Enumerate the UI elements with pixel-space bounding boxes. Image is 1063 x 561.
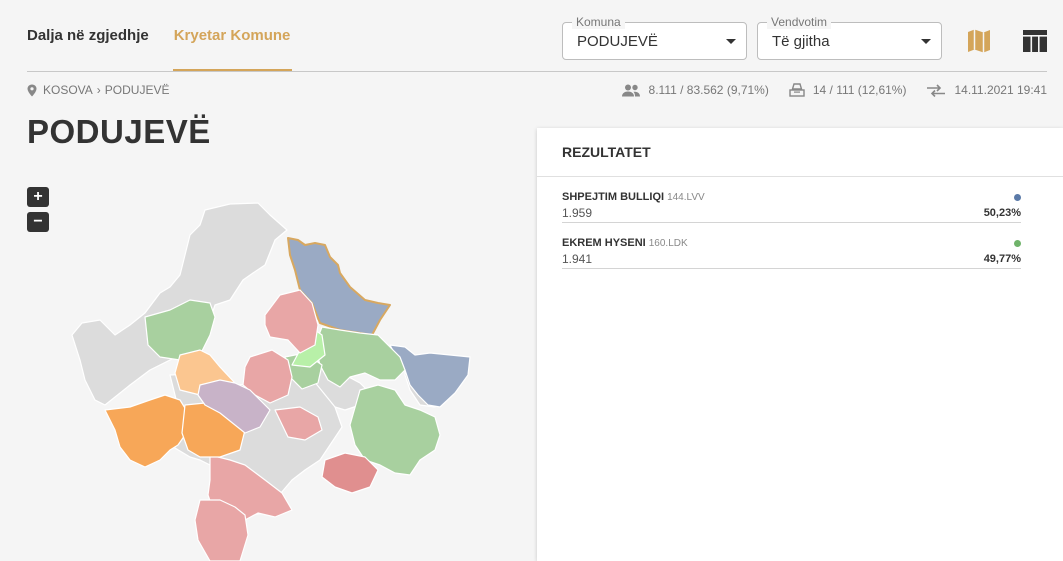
top-tabs: Dalja në zgjedhje Kryetar Komune <box>27 0 315 72</box>
party-color-dot <box>1014 240 1021 247</box>
candidate-name: SHPEJTIM BULLIQI <box>562 191 665 203</box>
updated-value: 14.11.2021 19:41 <box>954 83 1047 97</box>
sync-arrows-icon <box>927 83 946 97</box>
chevron-right-icon: › <box>96 83 101 97</box>
stations-stat: 14 / 111 (12,61%) <box>789 83 907 97</box>
candidate-party: 160.LDK <box>648 238 688 249</box>
tab-kryetar-komune[interactable]: Kryetar Komune <box>172 0 293 72</box>
candidate-percent: 50,23% <box>983 207 1021 219</box>
komuna-select-label: Komuna <box>572 15 625 29</box>
table-view-icon[interactable] <box>1021 27 1049 55</box>
breadcrumb-root[interactable]: KOSOVA <box>43 83 93 97</box>
map-region[interactable] <box>389 344 471 408</box>
party-color-dot <box>1014 194 1021 201</box>
results-heading: REZULTATET <box>537 128 1063 177</box>
updated-stat: 14.11.2021 19:41 <box>926 83 1047 97</box>
dropdown-arrow-icon <box>726 39 736 44</box>
location-pin-icon <box>27 84 37 96</box>
results-panel: REZULTATET SHPEJTIM BULLIQI 144.LVV 1.959… <box>537 128 1063 561</box>
dropdown-arrow-icon <box>921 39 931 44</box>
breadcrumb: KOSOVA › PODUJEVË <box>27 83 169 97</box>
tab-dalja[interactable]: Dalja në zgjedhje <box>27 0 149 72</box>
map-region[interactable] <box>314 326 406 388</box>
candidate-name: EKREM HYSENI <box>562 237 646 249</box>
breadcrumb-current: PODUJEVË <box>104 83 170 97</box>
candidate-row[interactable]: SHPEJTIM BULLIQI 144.LVV 1.959 50,23% <box>562 191 1021 223</box>
turnout-stat: 8.111 / 83.562 (9,71%) <box>621 83 769 97</box>
vendvotim-select-label: Vendvotim <box>767 15 832 29</box>
vendvotim-select-value: Të gjitha <box>772 33 830 50</box>
zoom-out-button[interactable]: − <box>27 212 49 232</box>
candidate-party: 144.LVV <box>667 192 705 203</box>
komuna-select-value: PODUJEVË <box>577 33 658 50</box>
vendvotim-select[interactable]: Vendvotim Të gjitha <box>757 15 942 60</box>
stations-value: 14 / 111 (12,61%) <box>812 83 907 97</box>
candidate-votes: 1.959 <box>562 206 593 220</box>
komuna-select[interactable]: Komuna PODUJEVË <box>562 15 747 60</box>
page-title: PODUJEVË <box>27 113 211 150</box>
header-divider <box>27 71 1047 72</box>
stats-bar: 8.111 / 83.562 (9,71%) 14 / 111 (12,61%)… <box>601 83 1047 97</box>
candidate-votes: 1.941 <box>562 252 593 266</box>
ballot-box-icon <box>789 83 805 97</box>
map-view-icon[interactable] <box>965 27 993 55</box>
turnout-value: 8.111 / 83.562 (9,71%) <box>648 83 769 97</box>
map-region[interactable] <box>104 394 189 468</box>
zoom-in-button[interactable]: + <box>27 187 49 207</box>
people-icon <box>621 84 640 96</box>
candidate-percent: 49,77% <box>983 253 1021 265</box>
candidate-row[interactable]: EKREM HYSENI 160.LDK 1.941 49,77% <box>562 237 1021 269</box>
municipality-map[interactable] <box>60 195 480 561</box>
